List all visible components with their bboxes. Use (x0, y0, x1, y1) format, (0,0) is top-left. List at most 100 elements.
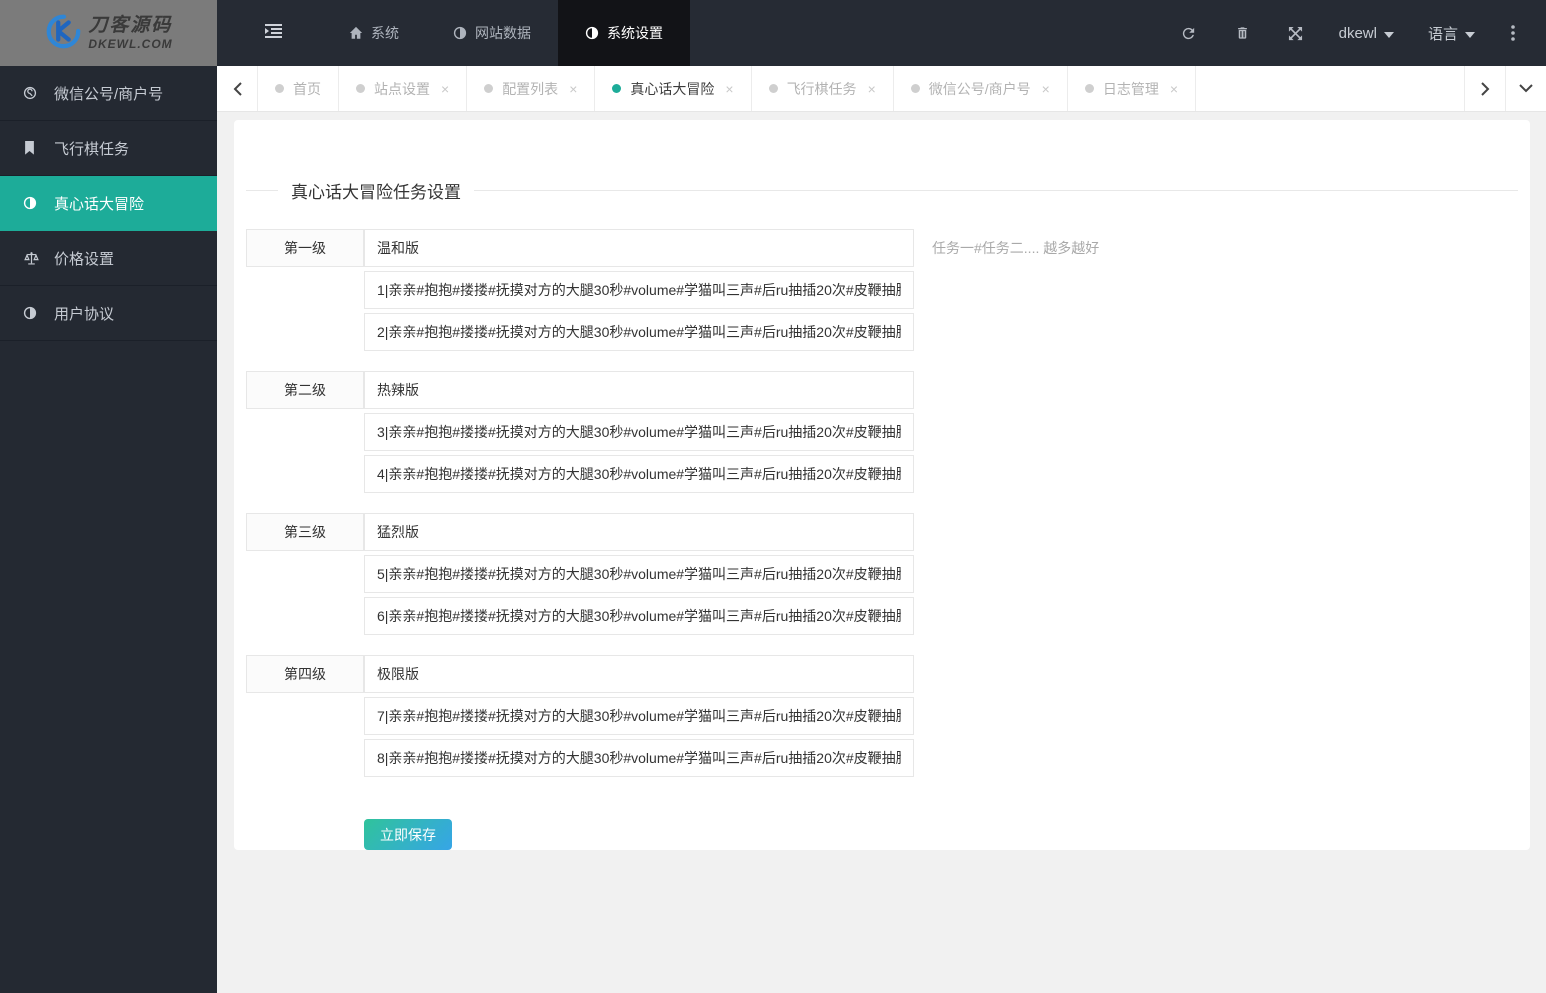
version-name-input[interactable] (364, 655, 914, 693)
tab-close-icon[interactable]: × (725, 82, 733, 96)
tab-label: 站点设置 (374, 80, 430, 97)
top-nav-item-site-data[interactable]: 网站数据 (426, 0, 558, 66)
tab-config-list[interactable]: 配置列表 × (467, 66, 596, 111)
trash-icon[interactable] (1216, 25, 1269, 41)
tab-label: 配置列表 (502, 80, 559, 97)
tabs-scroll-right-button[interactable] (1464, 66, 1505, 111)
task-input-2[interactable] (364, 313, 914, 351)
task-input-2[interactable] (364, 597, 914, 635)
title-divider-line (474, 190, 1518, 191)
top-nav-item-system[interactable]: 系统 (322, 0, 426, 66)
language-menu[interactable]: 语言 (1411, 23, 1492, 44)
language-label: 语言 (1427, 25, 1458, 43)
kebab-menu-icon[interactable] (1492, 25, 1534, 41)
save-button[interactable]: 立即保存 (364, 819, 452, 850)
sidebar-item-label: 微信公号/商户号 (54, 85, 164, 103)
tab-bar: 首页 站点设置 × 配置列表 × 真心话大冒险 × 飞行棋任务 × 微信公号/商… (217, 66, 1546, 112)
tab-site-settings[interactable]: 站点设置 × (339, 66, 468, 111)
logo[interactable]: 刀客源码 DKEWL.COM (0, 0, 217, 66)
tab-label: 日志管理 (1102, 80, 1159, 97)
app-header: 刀客源码 DKEWL.COM 系统 网站数据 系统设置 dkewl 语言 (0, 0, 1546, 66)
level-group-1: 第一级 任务一#任务二.... 越多越好 (246, 229, 1518, 351)
tab-status-dot (275, 84, 284, 93)
tasks-hint: 任务一#任务二.... 越多越好 (932, 240, 1100, 256)
task-input-2[interactable] (364, 455, 914, 493)
tab-close-icon[interactable]: × (1042, 82, 1050, 96)
sidebar-item-label: 真心话大冒险 (54, 195, 145, 213)
task-input-1[interactable] (364, 413, 914, 451)
tab-status-dot (1084, 84, 1094, 93)
sidebar: 微信公号/商户号 飞行棋任务 真心话大冒险 价格设置 用户协议 (0, 66, 217, 993)
top-nav-item-system-settings[interactable]: 系统设置 (558, 0, 690, 66)
caret-down-icon (1465, 25, 1475, 42)
bookmark-icon (23, 141, 45, 155)
panel-title-row: 真心话大冒险任务设置 (246, 178, 1518, 203)
task-input-2[interactable] (364, 739, 914, 777)
half-circle-icon (585, 26, 599, 40)
header-actions: dkewl 语言 (1161, 0, 1546, 66)
half-circle-icon (23, 196, 45, 210)
scale-icon (23, 251, 45, 266)
tab-wechat-accounts[interactable]: 微信公号/商户号 × (894, 66, 1068, 111)
version-name-input[interactable] (364, 513, 914, 551)
logo-subtitle: DKEWL.COM (88, 37, 173, 51)
tab-status-dot (910, 84, 920, 93)
tab-flight-chess-tasks[interactable]: 飞行棋任务 × (752, 66, 894, 111)
user-menu[interactable]: dkewl (1322, 25, 1411, 42)
top-nav-label: 系统设置 (607, 25, 663, 41)
task-input-1[interactable] (364, 555, 914, 593)
tabs-scroll-left-button[interactable] (217, 66, 258, 111)
tab-status-dot (484, 84, 494, 93)
user-name: dkewl (1338, 24, 1377, 42)
caret-down-icon (1383, 25, 1394, 42)
top-nav-label: 网站数据 (475, 25, 531, 41)
level-group-2: 第二级 (246, 371, 1518, 493)
page-title: 真心话大冒险任务设置 (291, 183, 461, 202)
tab-label: 飞行棋任务 (786, 80, 857, 97)
task-input-1[interactable] (364, 271, 914, 309)
tab-home[interactable]: 首页 (258, 66, 339, 111)
tab-status-dot (768, 84, 778, 93)
tab-label: 微信公号/商户号 (928, 80, 1031, 97)
level-label: 第二级 (246, 371, 364, 409)
sidebar-item-label: 飞行棋任务 (54, 140, 130, 158)
version-name-input[interactable] (364, 371, 914, 409)
logo-icon (44, 12, 82, 55)
hamburger-icon (265, 23, 282, 43)
half-circle-icon (453, 26, 467, 40)
level-label: 第四级 (246, 655, 364, 693)
sidebar-toggle-button[interactable] (239, 0, 308, 66)
title-divider (246, 190, 278, 191)
sidebar-item-flight-chess-tasks[interactable]: 飞行棋任务 (0, 121, 217, 176)
tasks-form: 第一级 任务一#任务二.... 越多越好 第二级 第三级 第四级 (246, 229, 1518, 777)
sidebar-item-user-agreement[interactable]: 用户协议 (0, 286, 217, 341)
home-icon (349, 26, 363, 40)
tab-close-icon[interactable]: × (868, 82, 876, 96)
sidebar-item-price-settings[interactable]: 价格设置 (0, 231, 217, 286)
tab-close-icon[interactable]: × (1170, 82, 1178, 96)
main-content: 真心话大冒险任务设置 第一级 任务一#任务二.... 越多越好 第二级 第三级 … (217, 112, 1546, 993)
tab-log-management[interactable]: 日志管理 × (1068, 66, 1197, 111)
fullscreen-icon[interactable] (1269, 26, 1322, 41)
tab-truth-or-dare[interactable]: 真心话大冒险 × (595, 66, 752, 111)
sidebar-item-label: 价格设置 (54, 250, 115, 268)
logo-title: 刀客源码 (88, 15, 173, 36)
tabs-dropdown-button[interactable] (1505, 66, 1546, 111)
tab-label: 真心话大冒险 (630, 80, 715, 97)
level-label: 第三级 (246, 513, 364, 551)
task-input-1[interactable] (364, 697, 914, 735)
circle-badge-icon (23, 86, 45, 100)
top-nav-label: 系统 (371, 25, 399, 41)
tab-status-dot (612, 84, 622, 93)
tab-status-dot (356, 84, 365, 93)
version-name-input[interactable] (364, 229, 914, 267)
level-group-4: 第四级 (246, 655, 1518, 777)
sidebar-item-truth-or-dare[interactable]: 真心话大冒险 (0, 176, 217, 231)
level-label: 第一级 (246, 229, 364, 267)
tab-close-icon[interactable]: × (441, 82, 449, 96)
tab-close-icon[interactable]: × (569, 82, 577, 96)
refresh-icon[interactable] (1161, 25, 1216, 42)
sidebar-item-wechat-accounts[interactable]: 微信公号/商户号 (0, 66, 217, 121)
top-nav: 系统 网站数据 系统设置 (322, 0, 690, 66)
level-group-3: 第三级 (246, 513, 1518, 635)
